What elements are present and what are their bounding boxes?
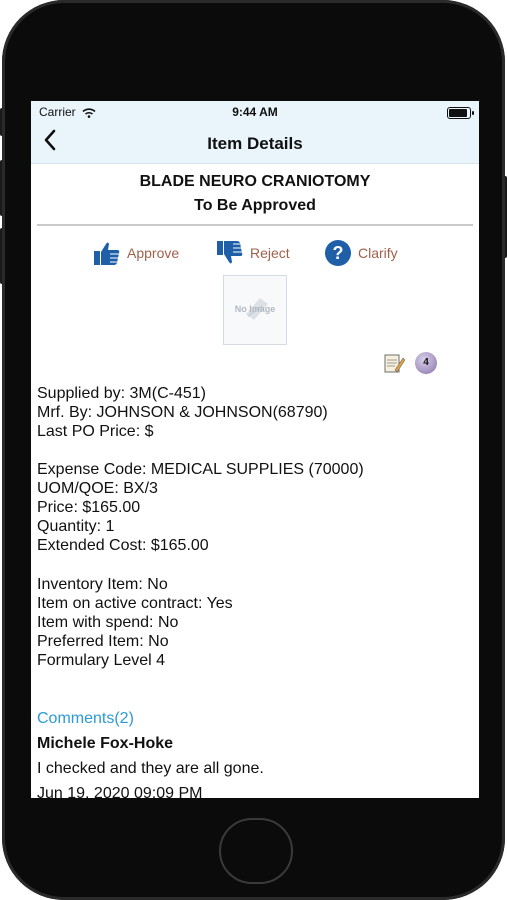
thumbs-down-icon <box>217 241 243 264</box>
notes-button[interactable] <box>383 352 406 374</box>
reject-label: Reject <box>250 245 290 261</box>
question-circle-icon: ? <box>325 240 351 266</box>
status-bar: Carrier 9:44 AM <box>31 101 479 123</box>
battery-icon <box>447 107 474 119</box>
formulary-level: Formulary Level 4 <box>37 652 166 669</box>
battery-level-fill <box>449 109 467 117</box>
item-image-placeholder: No Image <box>223 275 287 345</box>
supplied-by: Supplied by: 3M(C-451) <box>37 385 206 402</box>
comment-date: Jun 19, 2020 09:09 PM <box>37 785 203 798</box>
uom-qoe: UOM/QOE: BX/3 <box>37 480 158 497</box>
header-divider <box>37 224 473 226</box>
page-title: Item Details <box>207 134 303 153</box>
expense-code: Expense Code: MEDICAL SUPPLIES (70000) <box>37 461 364 478</box>
comments-link[interactable]: Comments(2) <box>37 710 134 728</box>
item-with-spend: Item with spend: No <box>37 614 179 631</box>
navigation-bar: Item Details <box>31 123 479 164</box>
active-contract: Item on active contract: Yes <box>37 595 233 612</box>
preferred-item: Preferred Item: No <box>37 633 169 650</box>
no-image-label: No Image <box>234 304 276 314</box>
approve-label: Approve <box>127 245 180 261</box>
svg-text:?: ? <box>333 243 344 263</box>
supplier-info: Supplied by: 3M(C-451) Mrf. By: JOHNSON … <box>37 384 328 441</box>
pricing-info: Expense Code: MEDICAL SUPPLIES (70000) U… <box>37 460 364 555</box>
comment-author: Michele Fox-Hoke <box>37 735 174 752</box>
flags-info: Inventory Item: No Item on active contra… <box>37 575 233 670</box>
status-time: 9:44 AM <box>232 105 278 119</box>
last-po-price: Last PO Price: $ <box>37 423 154 440</box>
price: Price: $165.00 <box>37 499 141 516</box>
phone-frame: Carrier 9:44 AM Item Details BLADE NEURO… <box>0 0 507 900</box>
notepad-pencil-icon <box>384 354 406 373</box>
approve-button[interactable]: Approve <box>93 239 179 267</box>
clarify-button[interactable]: ? Clarify <box>324 239 398 267</box>
home-button[interactable] <box>219 818 293 884</box>
item-status: To Be Approved <box>194 197 316 214</box>
comment-text: I checked and they are all gone. <box>37 760 264 777</box>
item-name: BLADE NEURO CRANIOTOMY <box>139 173 371 190</box>
extended-cost: Extended Cost: $165.00 <box>37 537 209 554</box>
thumbs-up-icon <box>94 242 120 265</box>
reject-button[interactable]: Reject <box>216 239 290 267</box>
quantity: Quantity: 1 <box>37 518 115 535</box>
app-screen: Carrier 9:44 AM Item Details BLADE NEURO… <box>31 101 479 798</box>
manufactured-by: Mrf. By: JOHNSON & JOHNSON(68790) <box>37 404 328 421</box>
notes-count-badge[interactable]: 4 <box>415 352 437 374</box>
inventory-item: Inventory Item: No <box>37 576 168 593</box>
clarify-label: Clarify <box>358 245 398 261</box>
